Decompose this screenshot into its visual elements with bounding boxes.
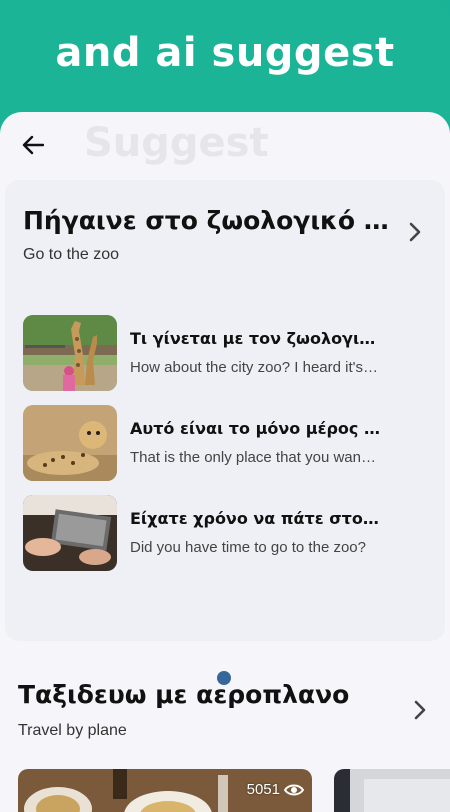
item-subtitle: Did you have time to go to the zoo? [130,539,366,556]
content-panel: Suggest Πήγαινε στο ζωολογικό κήπο Go to… [0,112,450,812]
hands-thumbnail [23,495,117,571]
page-title: Suggest [84,120,269,166]
arrow-left-icon [22,135,44,155]
eye-icon [284,784,304,795]
item-title: Τι γίνεται με τον ζωολογικό κήπο της πόλ… [130,329,380,348]
list-item[interactable]: Είχατε χρόνο να πάτε στο ζωολογικό κήπο;… [23,495,423,571]
header-banner: and ai suggest [0,0,450,120]
view-count-value: 5051 [246,781,280,798]
item-title: Είχατε χρόνο να πάτε στο ζωολογικό κήπο; [130,509,380,528]
back-button[interactable] [20,132,46,158]
view-count: 5051 [247,781,304,798]
banner-title: and ai suggest [55,30,395,76]
list-item[interactable]: Τι γίνεται με τον ζωολογικό κήπο της πόλ… [23,315,423,391]
travel-thumbnail[interactable] [334,769,450,812]
cheetah-thumbnail [23,405,117,481]
chevron-right-icon[interactable] [410,700,430,720]
item-subtitle: That is the only place that you want to … [130,449,380,466]
food-thumbnail[interactable]: 5051 [18,769,312,812]
giraffe-thumbnail [23,315,117,391]
chevron-right-icon[interactable] [405,222,425,242]
topic-title: Ταξιδευω με αεροπλανο [18,680,350,709]
topic-card[interactable]: Πήγαινε στο ζωολογικό κήπο Go to the zoo [5,180,445,685]
list-item[interactable]: Αυτό είναι το μόνο μέρος που θέλω να πάω… [23,405,423,481]
topic-subtitle: Travel by plane [18,722,127,739]
topic-title: Πήγαινε στο ζωολογικό κήπο [23,206,395,235]
item-subtitle: How about the city zoo? I heard it's gre… [130,359,380,376]
item-title: Αυτό είναι το μόνο μέρος που θέλω να πάω [130,419,380,438]
topic-subtitle: Go to the zoo [23,246,120,263]
